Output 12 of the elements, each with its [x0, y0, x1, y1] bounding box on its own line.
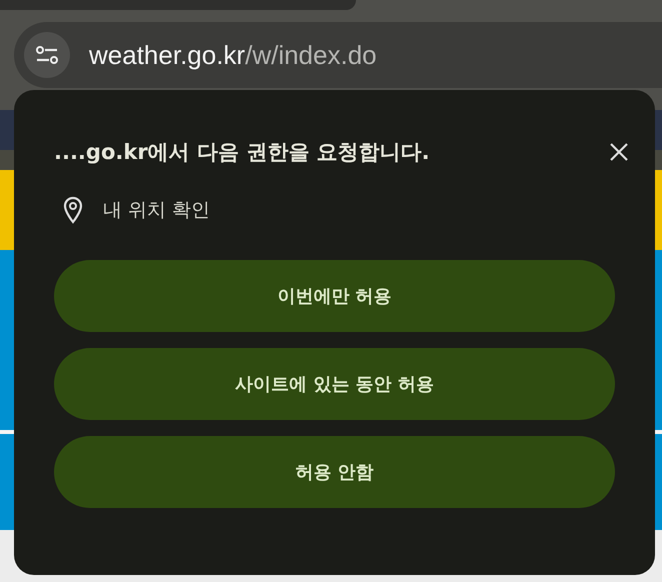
close-icon	[609, 142, 629, 162]
permission-button[interactable]: 사이트에 있는 동안 허용	[54, 348, 615, 420]
location-pin-icon	[63, 196, 83, 224]
url-text: weather.go.kr/w/index.do	[89, 40, 377, 70]
permission-button[interactable]: 허용 안함	[54, 436, 615, 508]
site-settings-button[interactable]	[24, 32, 70, 78]
dialog-title: ....go.kr에서 다음 권한을 요청합니다.	[54, 139, 430, 166]
address-bar[interactable]: weather.go.kr/w/index.do	[14, 22, 662, 88]
permission-label: 내 위치 확인	[103, 198, 210, 223]
permission-button[interactable]: 이번에만 허용	[54, 260, 615, 332]
sliders-icon	[35, 45, 59, 65]
close-button[interactable]	[609, 142, 629, 162]
